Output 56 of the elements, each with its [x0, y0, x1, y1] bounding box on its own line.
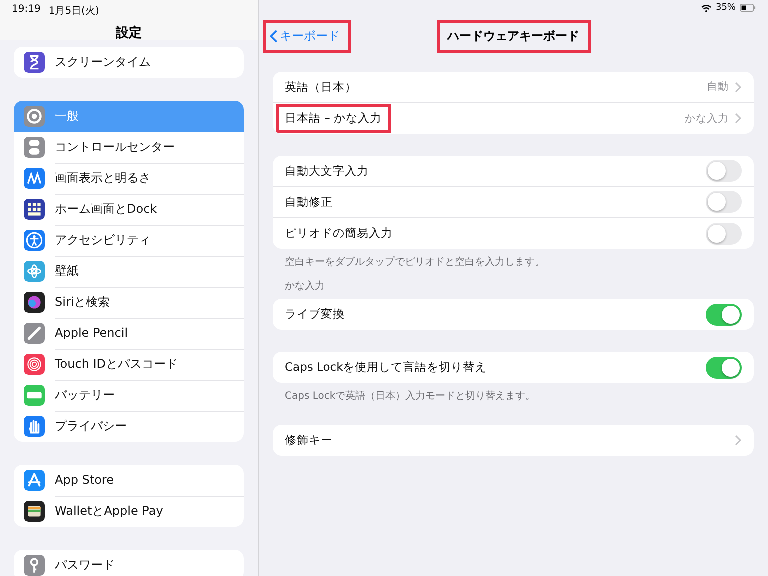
- sidebar-item[interactable]: 壁紙: [14, 256, 244, 287]
- toggle-switch[interactable]: [706, 356, 742, 378]
- toggle-switch[interactable]: [706, 304, 742, 326]
- sidebar-item[interactable]: Touch IDとパスコード: [14, 349, 244, 380]
- toggle-switch[interactable]: [706, 222, 742, 244]
- settings-row[interactable]: 英語（日本） 自動: [273, 72, 754, 103]
- row-label: 日本語 – かな入力: [276, 104, 392, 133]
- sidebar-item[interactable]: パスワード: [14, 550, 244, 576]
- row-label: 英語（日本）: [285, 80, 358, 94]
- row-label: 自動修正: [285, 194, 334, 210]
- battery-icon: [740, 4, 756, 12]
- row-value: 自動: [707, 80, 729, 94]
- settings-row[interactable]: 日本語 – かな入力 かな入力: [273, 103, 754, 134]
- sidebar-item[interactable]: スクリーンタイム: [14, 47, 244, 78]
- sidebar-item[interactable]: ホーム画面とDock: [14, 194, 244, 225]
- toggle-switch[interactable]: [706, 191, 742, 213]
- sidebar-item[interactable]: アクセシビリティ: [14, 225, 244, 256]
- chevron-right-icon: [735, 435, 742, 446]
- battery-icon: [24, 385, 45, 406]
- accessibility-icon: [24, 230, 45, 251]
- section-footer: Caps Lockで英語（日本）入力モードと切り替えます。: [273, 383, 754, 403]
- app-store-icon: [24, 470, 45, 491]
- status-time: 19:19: [12, 4, 41, 17]
- hand-icon: [24, 416, 45, 437]
- sidebar-item[interactable]: App Store: [14, 465, 244, 496]
- battery-percent: 35%: [716, 3, 736, 13]
- orb-icon: [24, 292, 45, 313]
- chevron-left-icon: [270, 30, 278, 43]
- wifi-icon: [700, 4, 712, 12]
- sidebar-item[interactable]: バッテリー: [14, 380, 244, 411]
- row-label: Caps Lockを使用して言語を切り替え: [285, 360, 488, 375]
- chevron-right-icon: [735, 82, 742, 92]
- toggle-switch[interactable]: [706, 160, 742, 182]
- page-title: ハードウェアキーボード: [436, 20, 590, 52]
- status-date: 1月5日(火): [48, 4, 100, 18]
- sidebar-item[interactable]: プライバシー: [14, 411, 244, 442]
- sidebar-item[interactable]: Apple Pencil: [14, 318, 244, 349]
- sidebar-item[interactable]: 画面表示と明るさ: [14, 163, 244, 194]
- sidebar-title: 設定: [114, 24, 143, 42]
- sidebar-item[interactable]: WalletとApple Pay: [14, 496, 244, 527]
- back-button[interactable]: キーボード: [263, 20, 351, 53]
- chevron-right-icon: [735, 113, 742, 124]
- sidebar-item[interactable]: Siriと検索: [14, 287, 244, 318]
- row-value: かな入力: [685, 112, 729, 126]
- wallet-icon: [24, 501, 45, 522]
- row-label: 自動大文字入力: [285, 164, 370, 178]
- switches-icon: [24, 137, 45, 158]
- section-header: かな入力: [284, 280, 326, 294]
- settings-row[interactable]: 修飾キー: [273, 425, 754, 456]
- row-label: ピリオドの簡易入力: [285, 226, 394, 241]
- row-label: ライブ変換: [285, 307, 346, 322]
- sidebar-item[interactable]: コントロールセンター: [14, 132, 244, 163]
- section-footer: 空白キーをダブルタップでピリオドと空白を入力します。: [273, 249, 754, 269]
- row-label: 修飾キー: [285, 433, 334, 448]
- app-grid-icon: [24, 199, 45, 220]
- pencil-icon: [24, 323, 45, 344]
